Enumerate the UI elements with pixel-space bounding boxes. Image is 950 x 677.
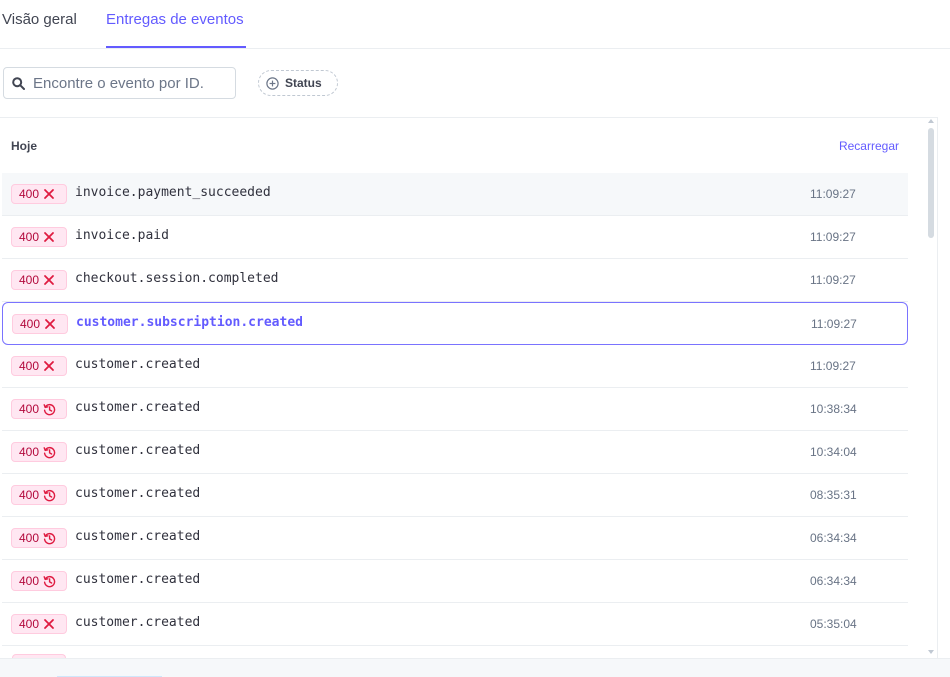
event-time: 06:34:34 bbox=[810, 531, 857, 545]
status-badge: 400 bbox=[11, 485, 67, 505]
status-code: 400 bbox=[19, 273, 40, 287]
event-name: customer.created bbox=[75, 357, 201, 372]
x-icon bbox=[43, 360, 55, 372]
status-badge: 400 bbox=[11, 184, 67, 204]
retry-clock-icon bbox=[43, 403, 56, 416]
status-filter-button[interactable]: Status bbox=[258, 70, 338, 96]
event-list-panel: Hoje Recarregar 400 invoice.payment_succe… bbox=[0, 117, 938, 658]
x-icon bbox=[43, 188, 55, 200]
event-time: 11:09:27 bbox=[810, 359, 856, 373]
search-box[interactable] bbox=[3, 67, 236, 99]
status-code: 400 bbox=[19, 531, 40, 545]
footer-bar bbox=[0, 658, 950, 677]
x-icon bbox=[44, 318, 56, 330]
status-code: 400 bbox=[19, 488, 40, 502]
reload-link[interactable]: Recarregar bbox=[839, 139, 899, 153]
event-name: customer.created bbox=[75, 615, 201, 630]
x-icon bbox=[43, 231, 55, 243]
status-code: 400 bbox=[19, 402, 40, 416]
scroll-down-icon[interactable] bbox=[928, 650, 934, 654]
search-input[interactable] bbox=[33, 72, 231, 94]
retry-clock-icon bbox=[43, 489, 56, 502]
x-icon bbox=[43, 618, 55, 630]
search-icon bbox=[12, 77, 25, 90]
event-name: invoice.paid bbox=[75, 228, 169, 243]
retry-clock-icon bbox=[43, 446, 56, 459]
status-code: 400 bbox=[19, 359, 40, 373]
status-badge: 400 bbox=[11, 270, 67, 290]
event-row[interactable]: 400 customer.created 06:34:34 bbox=[2, 517, 908, 560]
event-name: customer.created bbox=[75, 572, 201, 587]
status-code: 400 bbox=[19, 187, 40, 201]
event-time: 11:09:27 bbox=[810, 187, 856, 201]
event-row[interactable]: 400 customer.created 06:34:34 bbox=[2, 560, 908, 603]
event-name: customer.created bbox=[75, 400, 201, 415]
status-code: 400 bbox=[20, 317, 41, 331]
status-code: 400 bbox=[19, 574, 40, 588]
event-row[interactable]: 400 customer.subscription.created 11:09:27 bbox=[2, 302, 908, 345]
status-badge: 400 bbox=[11, 571, 67, 591]
event-time: 06:34:34 bbox=[810, 574, 857, 588]
status-badge: 400 bbox=[11, 614, 67, 634]
event-time: 08:35:31 bbox=[810, 488, 857, 502]
scrollbar[interactable] bbox=[925, 117, 938, 658]
status-code: 400 bbox=[19, 617, 40, 631]
event-row[interactable]: 400 customer.created 10:34:04 bbox=[2, 431, 908, 474]
event-row[interactable]: 400 customer.created 10:38:34 bbox=[2, 388, 908, 431]
event-row[interactable]: 400 customer.created 11:09:27 bbox=[2, 345, 908, 388]
event-row[interactable]: 400 invoice.payment_succeeded 11:09:27 bbox=[2, 173, 908, 216]
status-badge: 400 bbox=[12, 314, 68, 334]
event-time: 10:38:34 bbox=[810, 402, 857, 416]
event-time: 11:09:27 bbox=[810, 273, 856, 287]
x-icon bbox=[43, 274, 55, 286]
event-row[interactable]: 400 customer.created 05:35:04 bbox=[2, 603, 908, 646]
retry-clock-icon bbox=[43, 532, 56, 545]
status-filter-label: Status bbox=[285, 76, 322, 90]
event-time: 05:35:04 bbox=[810, 617, 857, 631]
status-badge: 400 bbox=[11, 356, 67, 376]
active-tab-indicator bbox=[106, 46, 246, 48]
tab-bar: Visão geral Entregas de eventos bbox=[0, 0, 950, 49]
event-name: invoice.payment_succeeded bbox=[75, 185, 271, 200]
status-badge: 400 bbox=[11, 399, 67, 419]
event-name: customer.created bbox=[75, 529, 201, 544]
event-row[interactable]: 400 checkout.session.completed 11:09:27 bbox=[2, 259, 908, 302]
status-badge: 400 bbox=[11, 528, 67, 548]
event-name: checkout.session.completed bbox=[75, 271, 279, 286]
tab-event-deliveries[interactable]: Entregas de eventos bbox=[106, 10, 244, 30]
event-row[interactable]: 400 customer.created 08:35:31 bbox=[2, 474, 908, 517]
retry-clock-icon bbox=[43, 575, 56, 588]
plus-circle-icon bbox=[266, 76, 279, 90]
event-time: 11:09:27 bbox=[811, 317, 857, 331]
event-time: 10:34:04 bbox=[810, 445, 857, 459]
status-badge: 400 bbox=[11, 442, 67, 462]
status-code: 400 bbox=[19, 230, 40, 244]
event-name: customer.created bbox=[75, 486, 201, 501]
event-time: 11:09:27 bbox=[810, 230, 856, 244]
tab-overview[interactable]: Visão geral bbox=[2, 10, 77, 30]
event-row[interactable]: 400 invoice.paid 11:09:27 bbox=[2, 216, 908, 259]
day-group-label: Hoje bbox=[11, 139, 38, 153]
status-badge: 400 bbox=[11, 227, 67, 247]
scrollbar-thumb[interactable] bbox=[928, 128, 934, 238]
status-code: 400 bbox=[19, 445, 40, 459]
event-name: customer.created bbox=[75, 443, 201, 458]
scroll-up-icon[interactable] bbox=[928, 119, 934, 123]
event-name: customer.subscription.created bbox=[76, 315, 303, 330]
